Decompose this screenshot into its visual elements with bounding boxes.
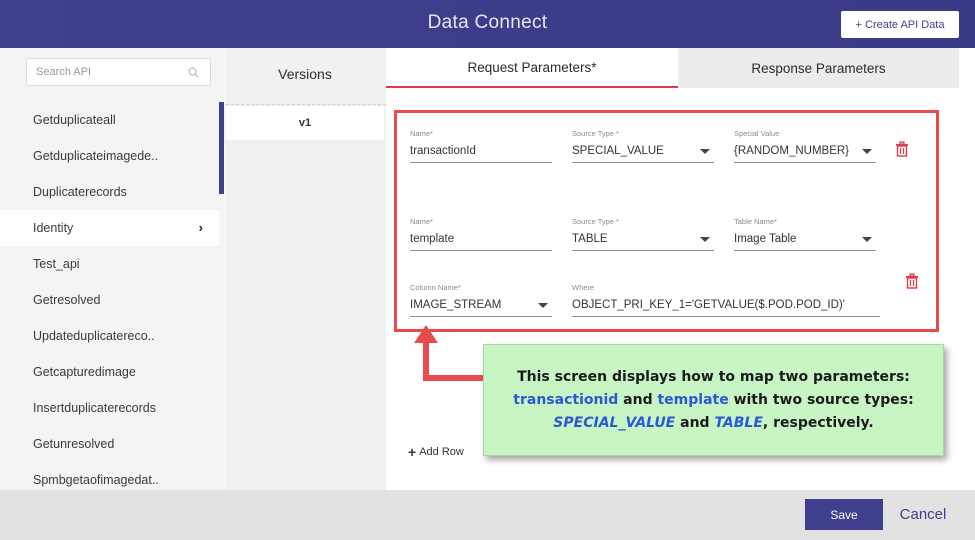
plus-icon: + bbox=[408, 444, 417, 460]
callout-line-2: transactionid and template with two sour… bbox=[513, 389, 913, 412]
delete-row-icon[interactable] bbox=[895, 141, 909, 157]
source-type-select[interactable]: Source Type * SPECIAL_VALUE bbox=[572, 129, 714, 163]
api-list-item[interactable]: Getunresolved bbox=[0, 426, 219, 462]
special-value-value[interactable]: {RANDOM_NUMBER} bbox=[734, 141, 876, 163]
search-input[interactable] bbox=[27, 59, 210, 85]
versions-heading: Versions bbox=[278, 66, 332, 82]
field-label: Where bbox=[572, 283, 595, 292]
api-list-item-active[interactable]: Identity › bbox=[0, 210, 219, 246]
name-value[interactable]: transactionId bbox=[410, 141, 552, 163]
field-label: Table Name* bbox=[734, 217, 777, 226]
name-field[interactable]: Name* transactionId bbox=[410, 129, 552, 163]
column-name-value[interactable]: IMAGE_STREAM bbox=[410, 295, 552, 317]
source-type-select[interactable]: Source Type * TABLE bbox=[572, 217, 714, 251]
caret-down-icon bbox=[538, 303, 548, 308]
caret-down-icon bbox=[700, 237, 710, 242]
column-name-select[interactable]: Column Name* IMAGE_STREAM bbox=[410, 283, 552, 317]
annotation-callout: This screen displays how to map two para… bbox=[483, 344, 944, 456]
special-value-select[interactable]: Special Value {RANDOM_NUMBER} bbox=[734, 129, 876, 163]
api-list-scrollbar[interactable] bbox=[219, 102, 224, 194]
save-button[interactable]: Save bbox=[805, 499, 883, 530]
caret-down-icon bbox=[862, 149, 872, 154]
name-field[interactable]: Name* template bbox=[410, 217, 552, 251]
create-api-data-button[interactable]: + Create API Data bbox=[841, 11, 959, 38]
api-list-item[interactable]: Updateduplicatereco.. bbox=[0, 318, 219, 354]
field-label: Name* bbox=[410, 217, 433, 226]
search-box bbox=[26, 58, 211, 86]
version-item[interactable]: v1 bbox=[226, 106, 384, 140]
api-item-label: Test_api bbox=[33, 257, 80, 271]
callout-highlight: template bbox=[657, 391, 729, 408]
page-title: Data Connect bbox=[427, 12, 548, 33]
api-item-label: Getunresolved bbox=[33, 437, 115, 451]
api-item-label: Insertduplicaterecords bbox=[33, 401, 156, 415]
dialog-footer: Save Cancel bbox=[0, 490, 975, 540]
source-type-text: SPECIAL_VALUE bbox=[572, 145, 664, 157]
parameter-highlight-box: Name* transactionId Source Type * SPECIA… bbox=[394, 110, 939, 332]
tab-response-parameters[interactable]: Response Parameters bbox=[678, 48, 959, 88]
field-label: Name* bbox=[410, 129, 433, 138]
table-name-text: Image Table bbox=[734, 233, 797, 245]
api-list-item[interactable]: Getduplicateimagede.. bbox=[0, 138, 219, 174]
callout-arrow-icon bbox=[414, 325, 486, 381]
api-item-label: Getduplicateall bbox=[33, 113, 116, 127]
source-type-value[interactable]: TABLE bbox=[572, 229, 714, 251]
callout-text: with two source types: bbox=[728, 391, 914, 408]
add-row-label: Add Row bbox=[419, 446, 464, 458]
parameter-tabs: Request Parameters* Response Parameters bbox=[386, 48, 975, 88]
api-list-item[interactable]: Duplicaterecords bbox=[0, 174, 219, 210]
api-list-item[interactable]: Getresolved bbox=[0, 282, 219, 318]
callout-highlight: TABLE bbox=[714, 414, 763, 431]
callout-line-3: SPECIAL_VALUE and TABLE, respectively. bbox=[553, 412, 873, 435]
where-value[interactable]: OBJECT_PRI_KEY_1='GETVALUE($.POD.POD_ID)… bbox=[572, 295, 880, 317]
versions-panel: Versions v1 bbox=[226, 48, 386, 490]
add-row-button[interactable]: + Add Row bbox=[408, 444, 464, 460]
callout-text: , respectively. bbox=[762, 414, 874, 431]
callout-text: This screen displays how to map two para… bbox=[517, 368, 910, 385]
where-field[interactable]: Where OBJECT_PRI_KEY_1='GETVALUE($.POD.P… bbox=[572, 283, 880, 317]
api-sidebar: Getduplicateall Getduplicateimagede.. Du… bbox=[0, 48, 226, 490]
field-label: Column Name* bbox=[410, 283, 461, 292]
api-item-label: Updateduplicatereco.. bbox=[33, 329, 155, 343]
api-list-item[interactable]: Getduplicateall bbox=[0, 102, 219, 138]
api-item-label: Getresolved bbox=[33, 293, 101, 307]
tab-request-parameters[interactable]: Request Parameters* bbox=[386, 48, 678, 88]
api-list-item[interactable]: Getcapturedimage bbox=[0, 354, 219, 390]
api-list: Getduplicateall Getduplicateimagede.. Du… bbox=[0, 102, 219, 498]
app-header: Data Connect + Create API Data bbox=[0, 0, 975, 48]
name-value[interactable]: template bbox=[410, 229, 552, 251]
chevron-right-icon: › bbox=[198, 220, 203, 235]
caret-down-icon bbox=[862, 237, 872, 242]
api-item-label: Getduplicateimagede.. bbox=[33, 149, 159, 163]
source-type-text: TABLE bbox=[572, 233, 608, 245]
field-label: Source Type * bbox=[572, 129, 619, 138]
api-item-label: Duplicaterecords bbox=[33, 185, 127, 199]
field-label: Special Value bbox=[734, 129, 780, 138]
callout-text: and bbox=[675, 414, 715, 431]
table-name-value[interactable]: Image Table bbox=[734, 229, 876, 251]
versions-divider bbox=[226, 104, 386, 105]
cancel-button[interactable]: Cancel bbox=[892, 499, 954, 530]
special-value-text: {RANDOM_NUMBER} bbox=[734, 145, 850, 157]
callout-text: and bbox=[618, 391, 658, 408]
api-item-label: Getcapturedimage bbox=[33, 365, 136, 379]
callout-line-1: This screen displays how to map two para… bbox=[517, 366, 910, 389]
field-label: Source Type * bbox=[572, 217, 619, 226]
api-item-label: Identity bbox=[33, 221, 74, 235]
api-item-label: Spmbgetaofimagedat.. bbox=[33, 473, 159, 487]
api-list-item[interactable]: Insertduplicaterecords bbox=[0, 390, 219, 426]
caret-down-icon bbox=[700, 149, 710, 154]
callout-highlight: SPECIAL_VALUE bbox=[553, 414, 676, 431]
source-type-value[interactable]: SPECIAL_VALUE bbox=[572, 141, 714, 163]
delete-row-icon[interactable] bbox=[905, 273, 919, 289]
column-name-text: IMAGE_STREAM bbox=[410, 299, 502, 311]
callout-highlight: transactionid bbox=[513, 391, 619, 408]
search-icon[interactable] bbox=[188, 67, 199, 78]
api-list-item[interactable]: Test_api bbox=[0, 246, 219, 282]
table-name-select[interactable]: Table Name* Image Table bbox=[734, 217, 876, 251]
